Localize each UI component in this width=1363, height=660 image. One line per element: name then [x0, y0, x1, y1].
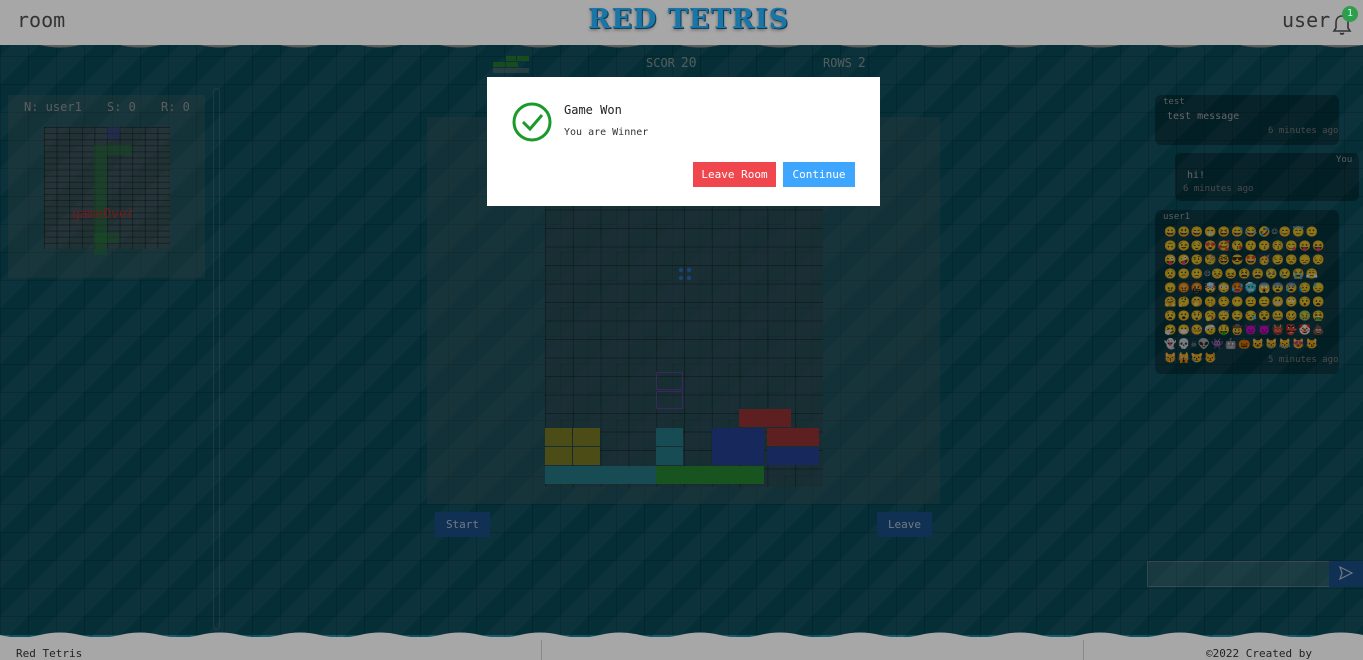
footer-credit: ©2022 Created by alzaynou [1206, 647, 1312, 660]
leave-room-button[interactable]: Leave Room [693, 162, 776, 187]
footer-divider [1083, 640, 1084, 660]
app-logo[interactable]: RED TETRIS [588, 4, 789, 35]
username[interactable]: user [1282, 8, 1330, 32]
dialog-message: You are Winner [564, 127, 649, 138]
bottom-wave [0, 632, 1363, 642]
continue-button[interactable]: Continue [783, 162, 855, 187]
dialog-title: Game Won [564, 103, 622, 117]
notification-badge: 1 [1342, 6, 1358, 22]
footer-divider [541, 640, 542, 660]
footer-app-name: Red Tetris [16, 647, 83, 660]
check-circle-icon [512, 102, 552, 142]
room-title: room [17, 8, 66, 32]
